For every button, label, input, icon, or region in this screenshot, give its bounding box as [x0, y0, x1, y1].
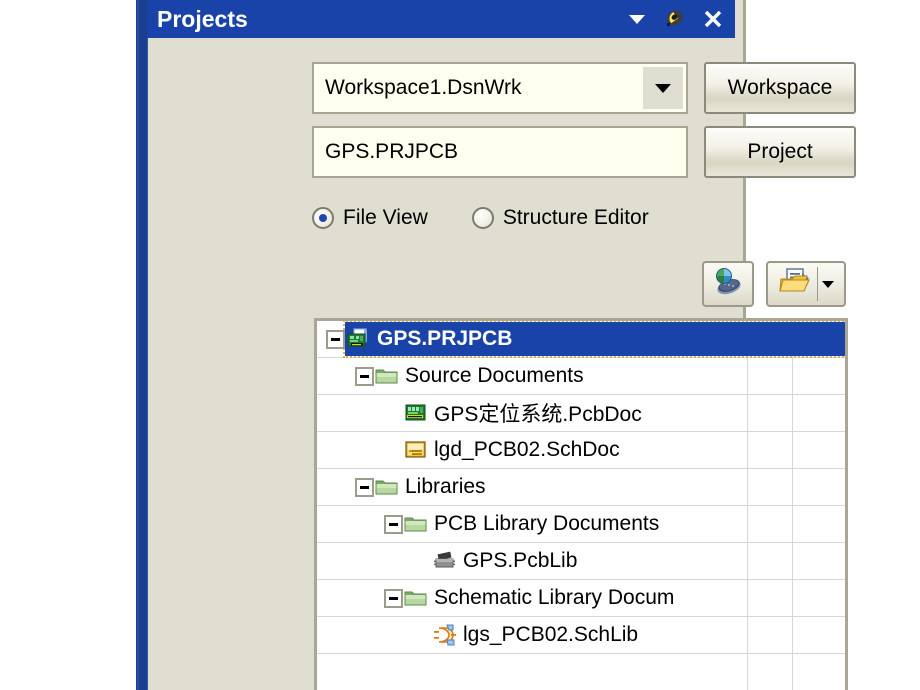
workspace-combobox-arrow[interactable] — [643, 67, 683, 109]
workspace-combobox[interactable]: Workspace1.DsnWrk — [312, 62, 688, 114]
pin-icon[interactable] — [663, 7, 687, 31]
tree-row[interactable]: lgd_PCB02.SchDoc — [317, 432, 845, 469]
tree-expander-empty — [413, 626, 432, 645]
tree-row-label: Libraries — [405, 475, 486, 498]
tree-row-label: lgs_PCB02.SchLib — [463, 623, 639, 646]
ic-chip-icon — [432, 549, 458, 573]
titlebar-icons — [625, 7, 725, 31]
folder-green-icon — [374, 475, 400, 499]
radio-file-view-label: File View — [343, 206, 428, 229]
panel-title: Projects — [157, 5, 248, 32]
radio-structure-editor-label: Structure Editor — [502, 206, 649, 229]
pcb-document-icon — [403, 401, 429, 425]
pcb-project-icon — [345, 327, 371, 351]
project-textbox[interactable]: GPS.PRJPCB — [312, 126, 688, 178]
open-folder-document-icon — [778, 267, 813, 302]
project-tree[interactable]: GPS.PRJPCB Source Documents GPS定位系统.PcbDoc… — [314, 318, 848, 690]
tree-row[interactable]: GPS定位系统.PcbDoc — [317, 395, 845, 432]
tree-row-selection: GPS.PRJPCB — [343, 321, 845, 358]
tree-expander-collapse-icon[interactable] — [355, 477, 374, 497]
project-textbox-value: GPS.PRJPCB — [325, 140, 459, 163]
folder-green-icon — [374, 364, 400, 388]
tree-row-label: GPS定位系统.PcbDoc — [434, 403, 642, 426]
project-button[interactable]: Project — [704, 126, 856, 178]
tree-expander-empty — [384, 404, 403, 423]
tree-expander-empty — [384, 441, 403, 460]
folder-green-icon — [403, 512, 429, 536]
tree-row[interactable]: Libraries — [317, 469, 845, 506]
project-row: GPS.PRJPCB Project — [312, 126, 858, 178]
radio-structure-editor[interactable]: Structure Editor — [471, 206, 649, 230]
project-tree-body: GPS.PRJPCB Source Documents GPS定位系统.PcbDoc… — [317, 321, 845, 690]
workspace-button[interactable]: Workspace — [704, 62, 856, 114]
tree-row-label: lgd_PCB02.SchDoc — [434, 438, 620, 461]
open-document-button[interactable] — [766, 261, 846, 307]
workspace-combobox-value: Workspace1.DsnWrk — [325, 76, 522, 99]
projects-panel: Projects Workspace1.DsnWrk Workspace GPS… — [136, 0, 856, 690]
tree-expander-collapse-icon[interactable] — [355, 366, 374, 386]
schematic-doc-icon — [403, 438, 429, 462]
radio-file-view[interactable]: File View — [312, 206, 428, 230]
tree-row[interactable]: GPS.PcbLib — [317, 543, 845, 580]
folder-green-icon — [403, 586, 429, 610]
tree-row[interactable]: Source Documents — [317, 358, 845, 395]
chevron-down-icon[interactable] — [821, 280, 834, 288]
dropdown-menu-icon[interactable] — [625, 7, 649, 31]
logic-gate-icon — [432, 623, 458, 647]
tree-row[interactable]: Schematic Library Docum — [317, 580, 845, 617]
view-mode-radio-group: File View Structure Editor — [312, 202, 649, 234]
tree-row-label: Schematic Library Docum — [434, 586, 675, 609]
tree-row-label: GPS.PRJPCB — [377, 327, 513, 350]
screenshot-root: Projects Workspace1.DsnWrk Workspace GPS… — [0, 0, 920, 690]
chevron-down-icon — [655, 83, 671, 93]
tree-expander-empty — [413, 552, 432, 571]
tree-row-label: PCB Library Documents — [434, 512, 660, 535]
panel-titlebar: Projects — [147, 0, 735, 38]
workspace-row: Workspace1.DsnWrk Workspace — [312, 62, 858, 114]
tree-row[interactable]: lgs_PCB02.SchLib — [317, 617, 845, 654]
tree-row[interactable]: GPS.PRJPCB — [317, 321, 845, 358]
radio-unselected-icon — [471, 207, 494, 229]
globe-pcb-icon — [712, 267, 744, 302]
tree-row-label: Source Documents — [405, 364, 584, 387]
tree-expander-collapse-icon[interactable] — [384, 588, 403, 608]
tree-row-label: GPS.PcbLib — [463, 549, 578, 572]
panel-drag-grip[interactable] — [136, 0, 148, 690]
tree-expander-collapse-icon[interactable] — [326, 329, 345, 349]
tree-row[interactable]: PCB Library Documents — [317, 506, 845, 543]
panel-toolbar — [702, 261, 846, 307]
tree-expander-collapse-icon[interactable] — [384, 514, 403, 534]
navigate-button[interactable] — [702, 261, 754, 307]
radio-selected-icon — [312, 207, 334, 229]
toolbar-separator — [816, 267, 818, 301]
close-icon[interactable] — [701, 7, 725, 31]
